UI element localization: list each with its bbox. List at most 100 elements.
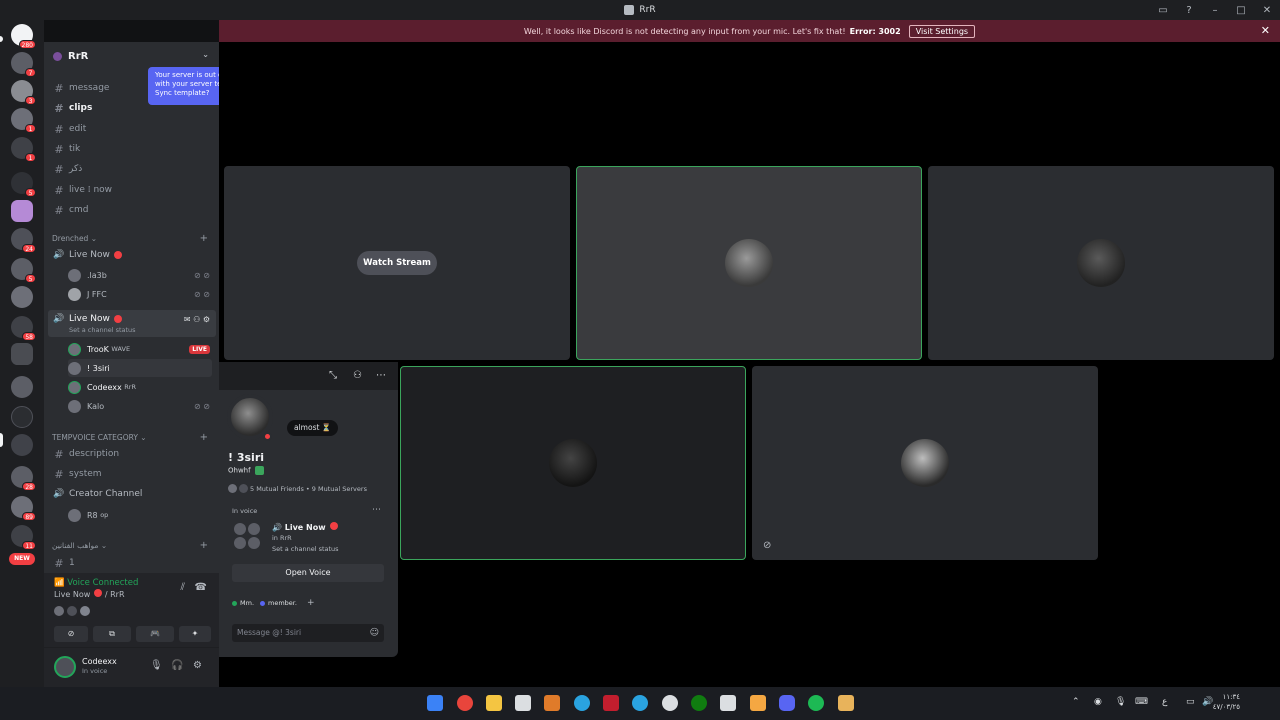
participant-tile[interactable] [576, 166, 922, 360]
language-icon[interactable]: ع [1162, 697, 1167, 707]
discord-icon[interactable] [779, 695, 795, 711]
voice-user[interactable]: Codeexx RrR [68, 378, 212, 396]
spotify-icon[interactable] [808, 695, 824, 711]
xbox-icon[interactable] [691, 695, 707, 711]
server-icon[interactable]: 58 [11, 316, 36, 341]
server-folder-icon[interactable] [11, 343, 33, 365]
voice-user[interactable]: R8 op [68, 506, 212, 524]
file-explorer-icon[interactable] [486, 695, 502, 711]
server-icon[interactable]: 1 [11, 137, 36, 162]
volume-icon[interactable]: 🔊 [1202, 697, 1213, 707]
voice-connected-channel[interactable]: Live Now / RrR [54, 589, 125, 599]
server-icon[interactable] [11, 406, 33, 428]
server-icon[interactable]: 3 [11, 80, 36, 105]
category-arabic[interactable]: مواهب الفنانين ⌄ + [52, 540, 212, 551]
collapse-icon[interactable]: ⤡ [329, 370, 337, 381]
server-icon[interactable] [11, 376, 33, 398]
channel-description[interactable]: # description [52, 445, 212, 463]
voice-channel-creator[interactable]: 🔊 Creator Channel [52, 485, 212, 503]
add-channel-icon[interactable]: + [200, 233, 208, 244]
channel-cmd[interactable]: # cmd [52, 201, 212, 219]
store-icon[interactable] [515, 695, 531, 711]
help-icon[interactable]: ? [1176, 5, 1202, 16]
visit-settings-button[interactable]: Visit Settings [908, 24, 976, 38]
tray-app-icon[interactable]: ◉ [1094, 697, 1102, 707]
app-icon[interactable] [720, 695, 736, 711]
microphone-icon[interactable]: 🎙 [1115, 697, 1126, 707]
participant-tile[interactable] [400, 366, 746, 560]
headphones-icon[interactable]: 🎧 [171, 660, 183, 671]
more-icon[interactable]: ⋯ [372, 505, 381, 515]
channel-edit[interactable]: # edit [52, 120, 212, 138]
channel-status[interactable]: Set a channel status [69, 326, 136, 334]
server-icon[interactable]: 5 [11, 258, 36, 283]
app-icon[interactable] [603, 695, 619, 711]
server-icon[interactable]: 1 [11, 108, 36, 133]
activities-button[interactable]: 🎮 [136, 626, 174, 642]
channel-arabic[interactable]: # ذكر [52, 160, 212, 178]
add-role-icon[interactable]: + [307, 598, 315, 608]
server-icon[interactable]: 89 [11, 496, 36, 521]
app-icon[interactable] [544, 695, 560, 711]
gear-icon[interactable]: ⚙ [193, 660, 202, 671]
voice-user[interactable]: TrooK WAVE LIVE [68, 340, 212, 358]
camera-toggle-button[interactable]: ⊘ [54, 626, 88, 642]
chevron-up-icon[interactable]: ⌃ [1072, 697, 1080, 707]
server-header[interactable]: RrR ⌄ [44, 42, 219, 70]
more-icon[interactable]: ⋯ [376, 370, 386, 381]
server-icon[interactable] [11, 286, 33, 308]
add-friend-icon[interactable]: ⚇ [353, 370, 362, 381]
avatar[interactable] [54, 656, 76, 678]
category-drenched[interactable]: Drenched ⌄ + [52, 233, 212, 244]
maximize-button[interactable]: □ [1228, 5, 1254, 16]
open-voice-button[interactable]: Open Voice [232, 564, 384, 582]
server-icon[interactable]: 11 [11, 525, 36, 550]
clock[interactable]: ١١:٣٤ ٤٧/٠٣/٢٥ [1213, 692, 1240, 712]
server-icon[interactable] [11, 200, 33, 222]
network-icon[interactable]: ▭ [1186, 697, 1195, 707]
chrome-icon[interactable] [457, 695, 473, 711]
channel-1[interactable]: #1 [52, 554, 212, 572]
channel-tik[interactable]: # tik [52, 140, 212, 158]
participant-tile[interactable] [752, 366, 1098, 560]
telegram-icon[interactable] [574, 695, 590, 711]
close-notice-icon[interactable]: ✕ [1261, 24, 1270, 37]
participant-tile[interactable] [928, 166, 1274, 360]
voice-user[interactable]: .la3b ⊘ ⊘ [68, 266, 212, 284]
mutuals-row[interactable]: 5 Mutual Friends • 9 Mutual Servers [228, 484, 367, 493]
disconnect-icon[interactable]: ☎ [195, 582, 207, 593]
add-channel-icon[interactable]: + [200, 540, 208, 551]
mutual-friends[interactable]: 5 Mutual Friends [250, 485, 304, 493]
profile-message-input[interactable]: Message @! 3siri ☺ [232, 624, 384, 642]
emoji-icon[interactable]: ☺ [370, 624, 379, 642]
voice-user[interactable]: ! 3siri [68, 359, 212, 377]
chevron-down-icon[interactable]: ⌄ [202, 50, 209, 59]
server-icon[interactable]: 24 [11, 228, 36, 253]
voice-channel-live-now-1[interactable]: 🔊 Live Now [52, 246, 212, 264]
server-icon[interactable]: 7 [11, 52, 36, 77]
soundboard-button[interactable]: ✦ [179, 626, 211, 642]
channel-actions-icons[interactable]: ✉ ⚇ ⚙ [184, 315, 210, 324]
app-icon[interactable] [750, 695, 766, 711]
screen-share-button[interactable]: ⧉ [93, 626, 131, 642]
mutual-servers[interactable]: 9 Mutual Servers [312, 485, 367, 493]
channel-system[interactable]: # system [52, 465, 212, 483]
channel-live-now[interactable]: # live ⁞ now [52, 181, 212, 199]
server-icon[interactable]: 5 [11, 172, 36, 197]
add-channel-icon[interactable]: + [200, 432, 208, 443]
steam-icon[interactable] [662, 695, 678, 711]
category-tempvoice[interactable]: TEMPVOICE CATEGORY ⌄ + [52, 432, 212, 443]
voice-channel-status[interactable]: Set a channel status [272, 545, 339, 553]
server-icon[interactable]: 28 [11, 466, 36, 491]
microphone-icon[interactable]: 🎙 [150, 660, 163, 671]
close-window-button[interactable]: ✕ [1254, 5, 1280, 16]
watch-stream-button[interactable]: Watch Stream [357, 251, 437, 275]
server-icon[interactable] [11, 434, 33, 456]
start-icon[interactable] [427, 695, 443, 711]
keyboard-icon[interactable]: ⌨ [1135, 697, 1148, 707]
telegram-icon[interactable] [632, 695, 648, 711]
home-dm-icon[interactable]: 280 [11, 24, 36, 49]
inbox-icon[interactable]: ▭ [1150, 5, 1176, 16]
voice-user[interactable]: Kalo ⊘ ⊘ [68, 397, 212, 415]
minimize-button[interactable]: – [1202, 5, 1228, 16]
